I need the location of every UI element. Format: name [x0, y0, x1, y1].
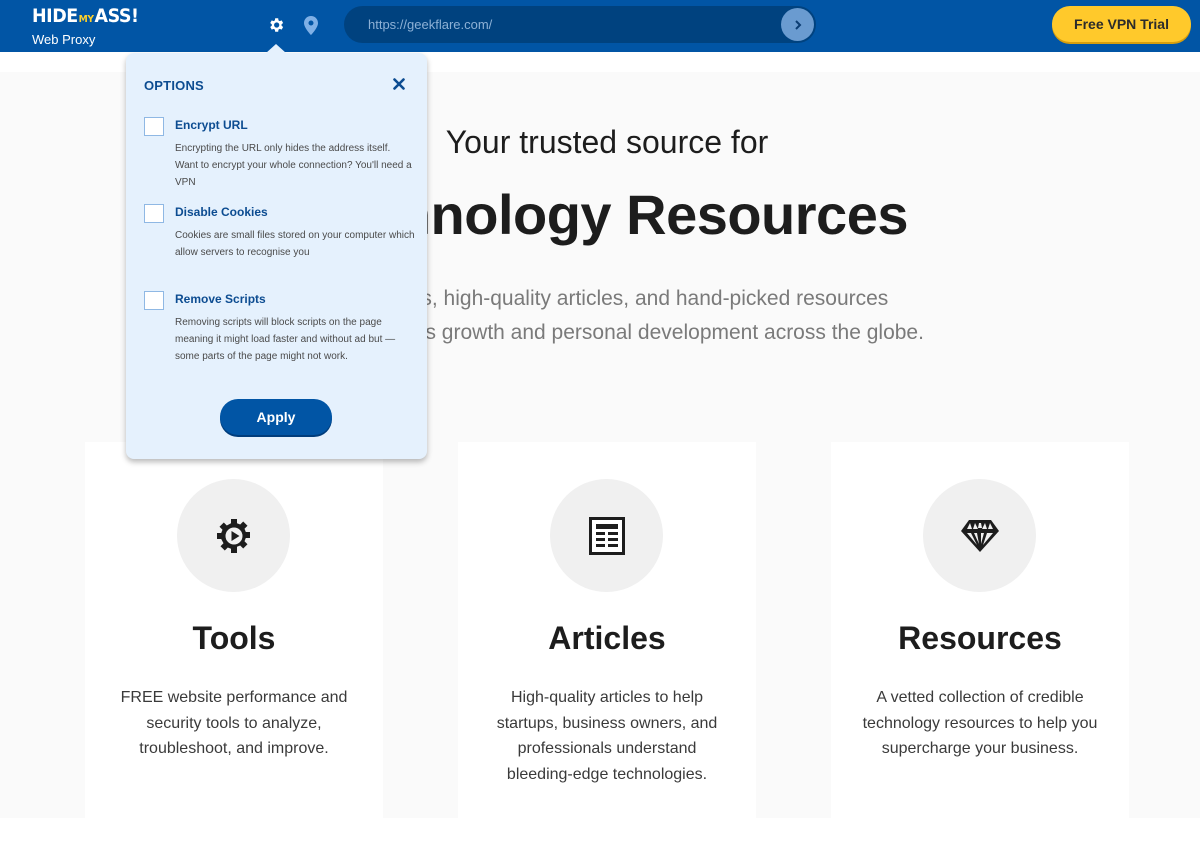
popup-title: OPTIONS	[144, 78, 204, 93]
popup-caret	[266, 44, 286, 53]
card-text: High-quality articles to help startups, …	[496, 689, 718, 783]
card-title: Resources	[898, 620, 1062, 656]
map-pin-icon	[304, 15, 318, 35]
card-articles[interactable]: Articles High-quality articles to help s…	[458, 442, 756, 842]
option-description: Cookies are small files stored on your c…	[175, 230, 415, 258]
location-button[interactable]	[301, 14, 321, 36]
option-label[interactable]: Remove Scripts	[175, 292, 266, 306]
go-button[interactable]	[781, 8, 814, 41]
card-tools[interactable]: Tools FREE website performance and secur…	[85, 442, 383, 842]
disable-cookies-checkbox[interactable]	[144, 204, 164, 223]
hidemyass-logo[interactable]: HIDE MY ASS! Web Proxy	[32, 6, 148, 47]
card-title: Tools	[192, 620, 276, 656]
close-button[interactable]	[390, 75, 408, 93]
settings-button[interactable]	[266, 14, 286, 36]
card-text: FREE website performance and security to…	[120, 689, 348, 757]
card-resources[interactable]: Resources A vetted collection of credibl…	[831, 442, 1129, 842]
option-label[interactable]: Encrypt URL	[175, 118, 248, 132]
chevron-right-icon	[794, 19, 801, 30]
remove-scripts-checkbox[interactable]	[144, 291, 164, 310]
diamond-icon	[960, 519, 999, 552]
logo-text-hide: HIDE	[32, 5, 78, 27]
proxy-toolbar: HIDE MY ASS! Web Proxy Free VPN Trial	[0, 0, 1200, 52]
logo-text-ass: ASS!	[94, 5, 140, 27]
article-icon	[588, 516, 625, 555]
apply-button[interactable]: Apply	[220, 399, 332, 435]
gear-play-icon	[216, 518, 250, 553]
url-input[interactable]	[368, 6, 768, 43]
card-text: A vetted collection of credible technolo…	[862, 689, 1098, 757]
card-icon-circle	[550, 479, 663, 592]
card-icon-circle	[177, 479, 290, 592]
close-icon	[393, 78, 405, 90]
options-popup: OPTIONS Encrypt URL Encrypting the URL o…	[126, 53, 427, 459]
url-bar	[344, 6, 816, 43]
card-icon-circle	[923, 479, 1036, 592]
option-description: Encrypting the URL only hides the addres…	[175, 143, 412, 188]
card-title: Articles	[548, 620, 666, 656]
logo-text-my: MY	[78, 14, 94, 25]
free-vpn-trial-button[interactable]: Free VPN Trial	[1052, 6, 1191, 42]
option-label[interactable]: Disable Cookies	[175, 205, 268, 219]
encrypt-url-checkbox[interactable]	[144, 117, 164, 136]
gear-icon	[270, 18, 284, 32]
option-description: Removing scripts will block scripts on t…	[175, 317, 396, 362]
logo-subtitle: Web Proxy	[32, 32, 96, 47]
